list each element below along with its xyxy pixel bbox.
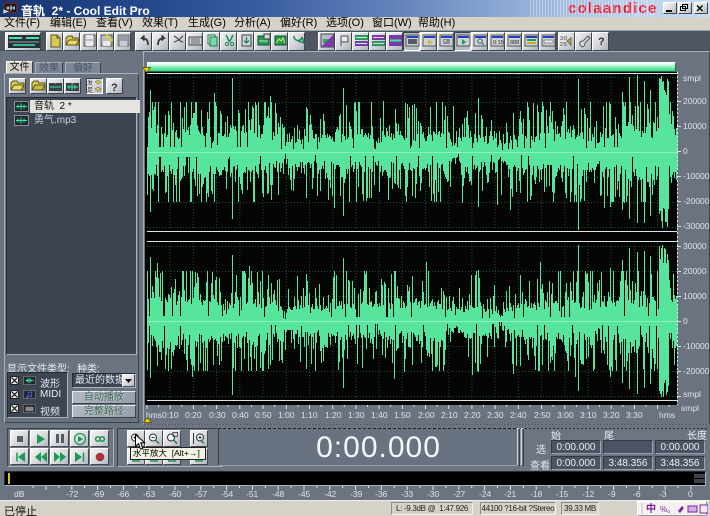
svg-text:?: ?: [111, 82, 118, 93]
svg-text:%。: %。: [660, 505, 675, 514]
svg-text:0:15: 0:15: [493, 40, 504, 46]
svg-text:?: ?: [598, 36, 605, 48]
svg-text:中: 中: [646, 502, 656, 515]
svg-text:888: 888: [510, 40, 519, 46]
svg-text:2:5: 2:5: [560, 42, 567, 48]
svg-text:发: 发: [87, 79, 93, 87]
svg-text:足: 足: [87, 87, 93, 93]
